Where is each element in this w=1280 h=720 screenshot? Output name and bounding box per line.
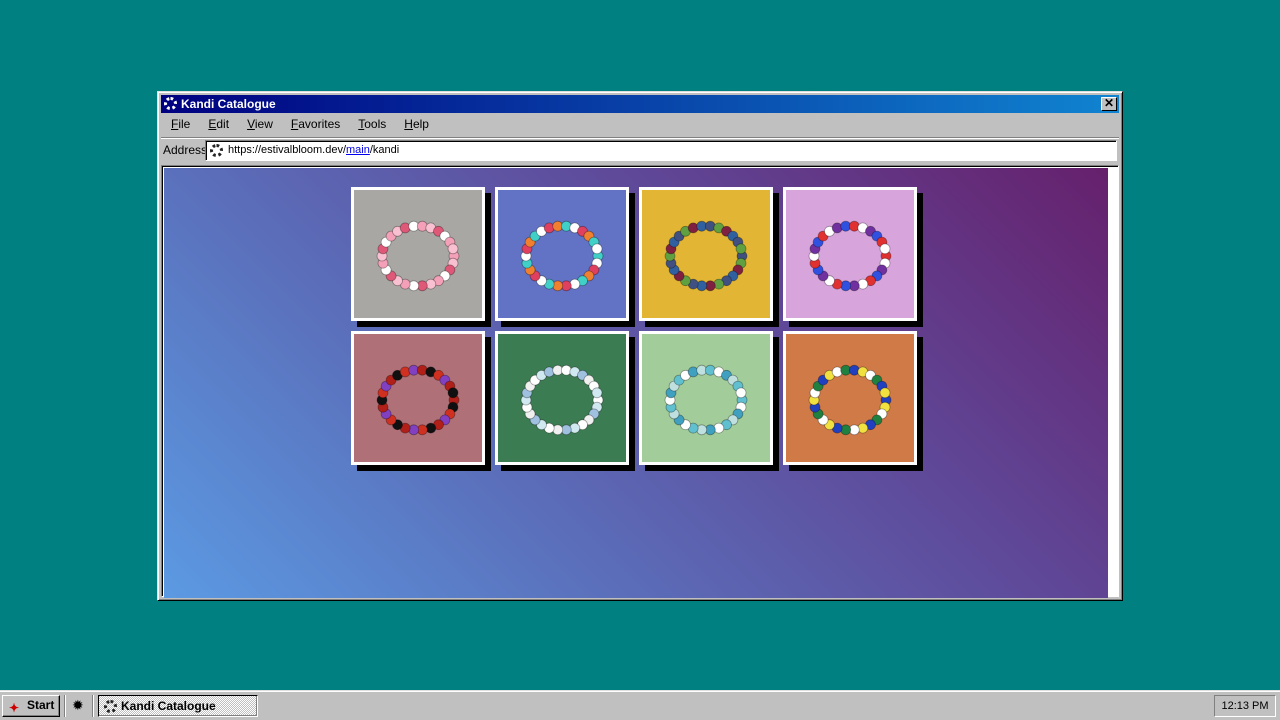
bracelet-image <box>376 220 460 292</box>
bracelet-image <box>808 220 892 292</box>
bracelet-image <box>376 364 460 436</box>
window-title: Kandi Catalogue <box>181 97 276 111</box>
address-label: Address <box>163 143 208 157</box>
url-prefix: https://estivalbloom.dev/ <box>228 144 347 156</box>
menu-file[interactable]: File <box>161 114 198 134</box>
menu-view[interactable]: View <box>237 114 281 134</box>
bracelet-image <box>664 220 748 292</box>
content-area <box>161 165 1119 598</box>
menu-favorites[interactable]: Favorites <box>281 114 348 134</box>
bracelet-photo-tile[interactable] <box>783 187 917 321</box>
url-link-main[interactable]: main <box>346 144 370 156</box>
browser-window: Kandi Catalogue ✕ File Edit View Favorit… <box>157 91 1123 601</box>
task-label: Kandi Catalogue <box>121 699 216 713</box>
start-button[interactable]: ✦ Start <box>2 695 60 717</box>
kandi-app-icon <box>104 700 117 713</box>
menu-bar: File Edit View Favorites Tools Help <box>161 114 437 134</box>
bracelet-photo-tile[interactable] <box>495 187 629 321</box>
quick-launch-gear-icon[interactable]: ✹ <box>72 697 84 714</box>
bracelet-photo-tile[interactable] <box>351 331 485 465</box>
bracelet-photo-tile[interactable] <box>351 187 485 321</box>
bracelet-photo-tile[interactable] <box>495 331 629 465</box>
bracelet-photo-tile[interactable] <box>639 187 773 321</box>
menu-help[interactable]: Help <box>394 114 437 134</box>
close-button[interactable]: ✕ <box>1101 97 1117 111</box>
bracelet-image <box>808 364 892 436</box>
bracelet-image <box>664 364 748 436</box>
address-bar: Address https://estivalbloom.dev/main/ka… <box>161 137 1119 162</box>
gallery-page <box>164 168 1108 598</box>
taskbar: ✦ Start ✹ Kandi Catalogue 12:13 PM <box>0 690 1280 720</box>
bracelet-photo-tile[interactable] <box>639 331 773 465</box>
windows-logo-icon: ✦ <box>9 701 20 715</box>
start-label: Start <box>27 698 55 712</box>
page-icon <box>210 144 223 157</box>
taskbar-item-kandi-catalogue[interactable]: Kandi Catalogue <box>98 695 258 717</box>
bracelet-image <box>520 364 604 436</box>
bracelet-image <box>520 220 604 292</box>
address-input[interactable]: https://estivalbloom.dev/main/kandi <box>205 140 1117 161</box>
menu-tools[interactable]: Tools <box>348 114 394 134</box>
url-suffix: /kandi <box>369 144 400 156</box>
kandi-app-icon <box>164 97 177 110</box>
menu-edit[interactable]: Edit <box>198 114 237 134</box>
title-bar[interactable]: Kandi Catalogue ✕ <box>161 95 1119 113</box>
divider <box>64 695 66 717</box>
system-tray-clock: 12:13 PM <box>1214 695 1276 717</box>
divider <box>92 695 94 717</box>
bracelet-photo-tile[interactable] <box>783 331 917 465</box>
